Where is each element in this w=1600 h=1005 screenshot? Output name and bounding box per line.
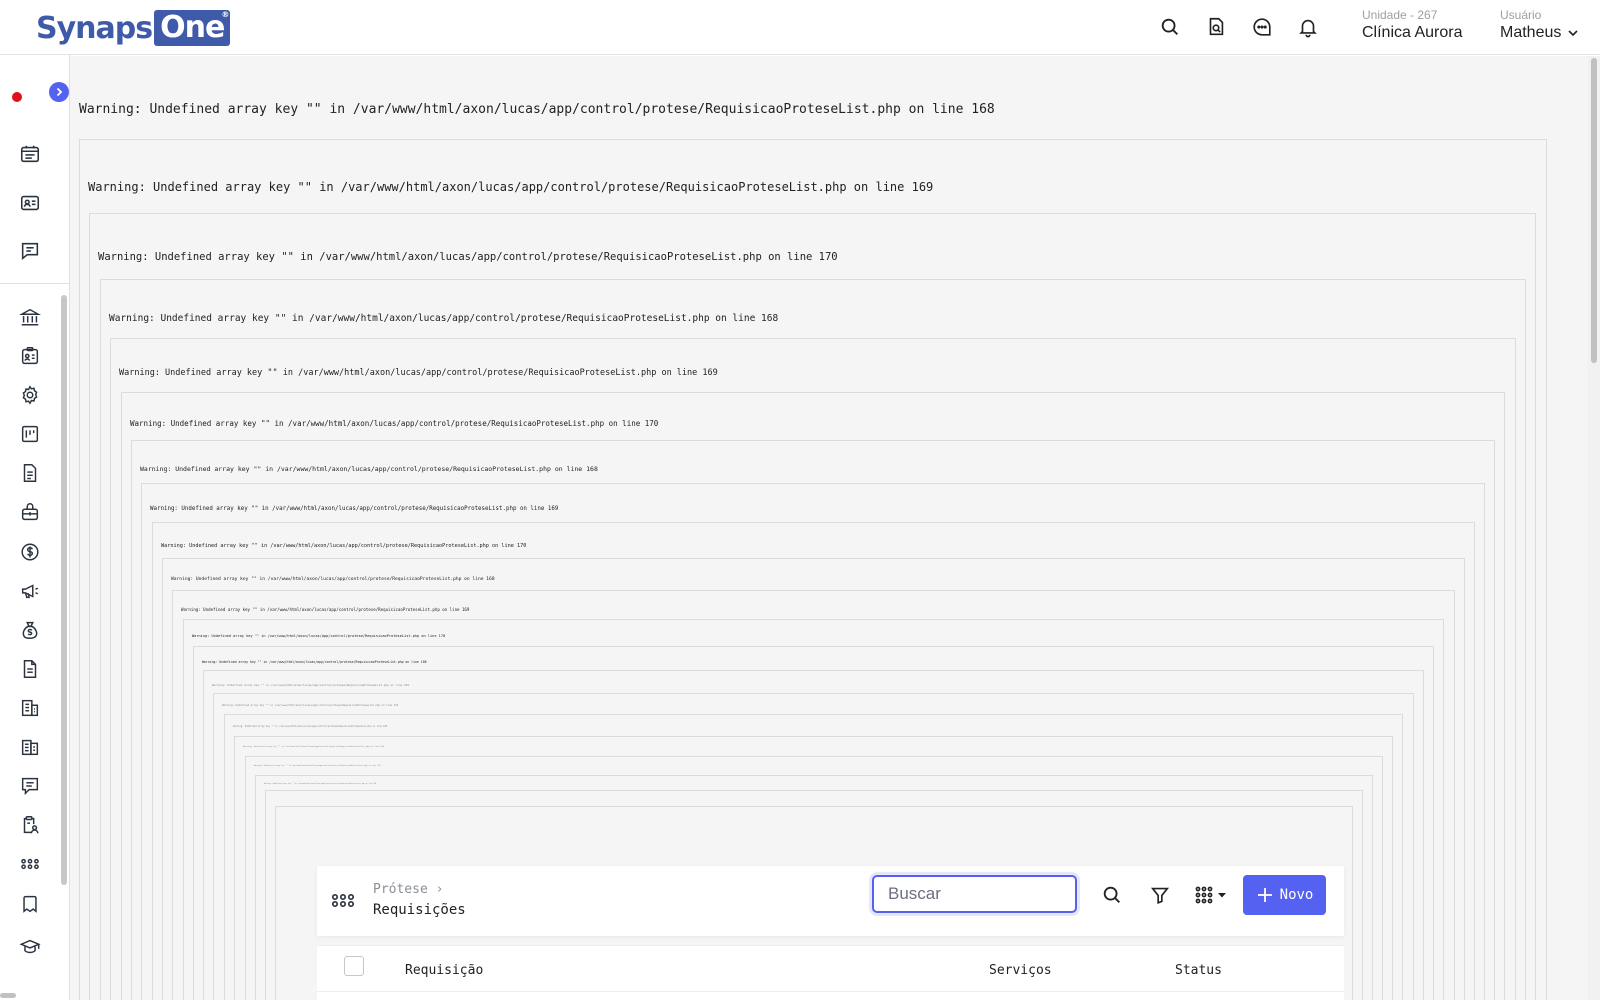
new-button-label: Novo bbox=[1279, 887, 1314, 903]
column-toggle-button[interactable] bbox=[1195, 886, 1227, 904]
warning-text: Warning: Undefined array key "" in /var/… bbox=[119, 368, 718, 378]
main-content: Warning: Undefined array key "" in /var/… bbox=[70, 56, 1588, 1000]
warning-text: Warning: Undefined array key "" in /var/… bbox=[88, 180, 934, 194]
select-all-checkbox[interactable] bbox=[344, 956, 364, 976]
sidebar-scrollbar[interactable] bbox=[61, 295, 67, 885]
status-dot bbox=[12, 92, 22, 102]
warning-text: Warning: Undefined array key "" in /var/… bbox=[150, 506, 559, 512]
sidebar-divider bbox=[0, 283, 70, 284]
tooth-icon[interactable] bbox=[19, 893, 41, 915]
warning-text: Warning: Undefined array key "" in /var/… bbox=[243, 746, 384, 748]
file-list-icon[interactable] bbox=[19, 658, 41, 680]
search-icon[interactable] bbox=[1159, 16, 1181, 38]
main-scrollbar-thumb[interactable] bbox=[1591, 58, 1597, 363]
plus-icon bbox=[1257, 888, 1272, 902]
filter-icon[interactable] bbox=[1149, 884, 1171, 906]
dollar-icon[interactable] bbox=[19, 541, 41, 563]
apps-grid-icon[interactable] bbox=[331, 890, 355, 910]
money-bag-icon[interactable] bbox=[19, 619, 41, 641]
warning-text: Warning: Undefined array key "" in /var/… bbox=[79, 102, 995, 117]
column-header-status[interactable]: Status bbox=[1175, 963, 1222, 978]
user-menu[interactable]: Usuário Matheus bbox=[1500, 8, 1579, 42]
document-icon[interactable] bbox=[19, 462, 41, 484]
caret-down-icon bbox=[1218, 893, 1226, 898]
medical-kit-icon[interactable] bbox=[19, 501, 41, 523]
header-divider bbox=[317, 991, 1344, 992]
column-header-requisicao[interactable]: Requisição bbox=[405, 963, 483, 978]
clipboard-user-icon[interactable] bbox=[19, 345, 41, 367]
gear-icon[interactable] bbox=[19, 384, 41, 406]
warning-text: Warning: Undefined array key "" in /var/… bbox=[161, 543, 527, 549]
clipboard-person-icon[interactable] bbox=[19, 814, 41, 836]
warning-text: Warning: Undefined array key "" in /var/… bbox=[212, 683, 410, 687]
synapsone-logo[interactable]: Synaps One ® bbox=[36, 8, 231, 48]
chat-icon[interactable] bbox=[1251, 16, 1273, 38]
user-label: Usuário bbox=[1500, 8, 1542, 22]
bell-icon[interactable] bbox=[1297, 16, 1319, 38]
chevron-right-icon bbox=[56, 87, 63, 97]
bank-icon[interactable] bbox=[19, 306, 41, 328]
apps-grid-icon[interactable] bbox=[19, 853, 41, 875]
main-scrollbar[interactable] bbox=[1588, 56, 1600, 1000]
comment-icon[interactable] bbox=[19, 775, 41, 797]
graduation-cap-icon[interactable] bbox=[19, 936, 41, 958]
warning-text: Warning: Undefined array key "" in /var/… bbox=[233, 725, 388, 728]
message-list-icon[interactable] bbox=[19, 240, 41, 262]
column-header-servicos[interactable]: Serviços bbox=[989, 963, 1052, 978]
horizontal-scrollbar-thumb[interactable] bbox=[0, 993, 16, 998]
warning-text: Warning: Undefined array key "" in /var/… bbox=[140, 465, 598, 473]
page-title: Requisições bbox=[373, 902, 466, 918]
chevron-down-icon bbox=[1568, 30, 1578, 37]
breadcrumb[interactable]: Prótese › bbox=[373, 882, 443, 897]
warning-text: Warning: Undefined array key "" in /var/… bbox=[130, 419, 659, 428]
warning-text: Warning: Undefined array key "" in /var/… bbox=[202, 660, 427, 664]
requisitions-table: Requisição Serviços Status bbox=[317, 945, 1344, 1005]
search-input[interactable] bbox=[872, 875, 1077, 913]
warning-text: Warning: Undefined array key "" in /var/… bbox=[192, 634, 446, 638]
megaphone-icon[interactable] bbox=[19, 580, 41, 602]
kanban-icon[interactable] bbox=[19, 423, 41, 445]
unit-name: Clínica Aurora bbox=[1362, 24, 1463, 41]
warning-text: Warning: Undefined array key "" in /var/… bbox=[181, 607, 470, 612]
unit-label: Unidade - 267 bbox=[1362, 8, 1438, 22]
calendar-list-icon[interactable] bbox=[19, 143, 41, 165]
warning-text: Warning: Undefined array key "" in /var/… bbox=[264, 784, 377, 785]
list-toolbar-card: Prótese › Requisições Novo bbox=[317, 866, 1344, 936]
warning-text: Warning: Undefined array key "" in /var/… bbox=[222, 704, 399, 707]
warning-text: Warning: Undefined array key "" in /var/… bbox=[109, 313, 779, 324]
logo-text: Synaps bbox=[36, 10, 153, 46]
id-card-icon[interactable] bbox=[19, 192, 41, 214]
warning-text: Warning: Undefined array key "" in /var/… bbox=[254, 765, 381, 767]
grid-icon bbox=[1195, 886, 1213, 904]
warning-text: Warning: Undefined array key "" in /var/… bbox=[98, 251, 838, 263]
logo-badge: One ® bbox=[154, 10, 231, 46]
buildings-icon[interactable] bbox=[19, 736, 41, 758]
expand-sidebar-button[interactable] bbox=[49, 82, 69, 102]
search-icon[interactable] bbox=[1101, 884, 1123, 906]
warning-text: Warning: Undefined array key "" in /var/… bbox=[171, 577, 495, 582]
document-search-icon[interactable] bbox=[1205, 16, 1227, 38]
user-name: Matheus bbox=[1500, 24, 1562, 41]
top-bar: Synaps One ® Unidade - 267 Clínica Aurora… bbox=[0, 0, 1600, 55]
new-button[interactable]: Novo bbox=[1243, 875, 1326, 915]
building-icon[interactable] bbox=[19, 697, 41, 719]
unit-selector[interactable]: Unidade - 267 Clínica Aurora bbox=[1362, 8, 1463, 42]
sidebar bbox=[0, 55, 70, 1000]
